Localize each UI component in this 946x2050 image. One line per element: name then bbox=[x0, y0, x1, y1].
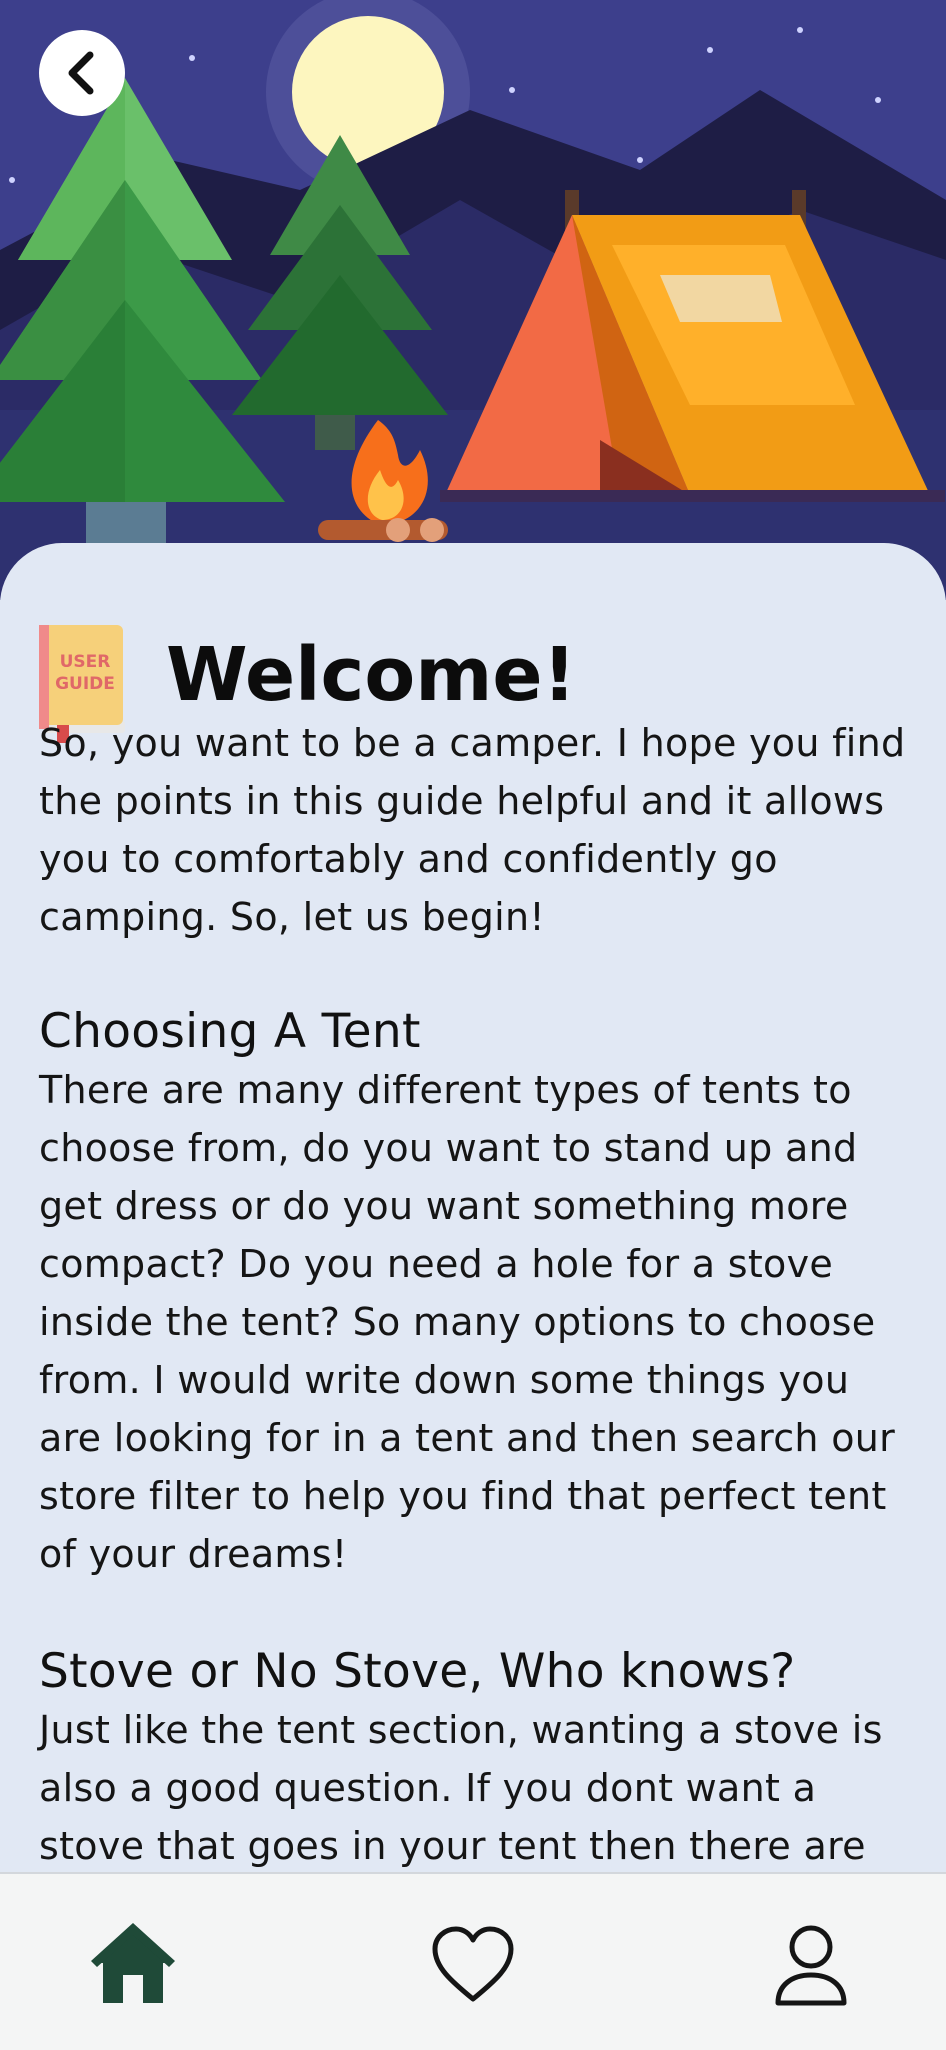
nav-favorites[interactable] bbox=[428, 1920, 518, 2010]
content-sheet: USER GUIDE Welcome! So, you want to be a … bbox=[0, 543, 946, 2048]
section-choosing-tent: Choosing A Tent There are many different… bbox=[39, 1003, 909, 1583]
title-row: USER GUIDE Welcome! bbox=[39, 585, 909, 743]
section-body: Just like the tent section, wanting a st… bbox=[39, 1708, 883, 1868]
user-icon bbox=[775, 1925, 847, 2006]
chevron-left-icon bbox=[68, 51, 94, 95]
section-heading: Choosing A Tent bbox=[39, 1004, 421, 1059]
intro-block: So, you want to be a camper. I hope you … bbox=[39, 714, 909, 946]
section-body: There are many different types of tents … bbox=[39, 1068, 896, 1576]
nav-profile[interactable] bbox=[766, 1920, 856, 2010]
page-title: Welcome! bbox=[166, 632, 577, 718]
nav-home[interactable] bbox=[88, 1920, 178, 2010]
hero-illustration bbox=[0, 0, 946, 600]
section-heading: Stove or No Stove, Who knows? bbox=[39, 1644, 796, 1699]
bottom-nav bbox=[0, 1872, 946, 2050]
heart-icon bbox=[432, 1926, 514, 2002]
back-button[interactable] bbox=[39, 30, 125, 116]
intro-text: So, you want to be a camper. I hope you … bbox=[39, 721, 906, 939]
home-icon bbox=[91, 1923, 175, 2003]
section-stove: Stove or No Stove, Who knows? Just like … bbox=[39, 1643, 909, 1875]
